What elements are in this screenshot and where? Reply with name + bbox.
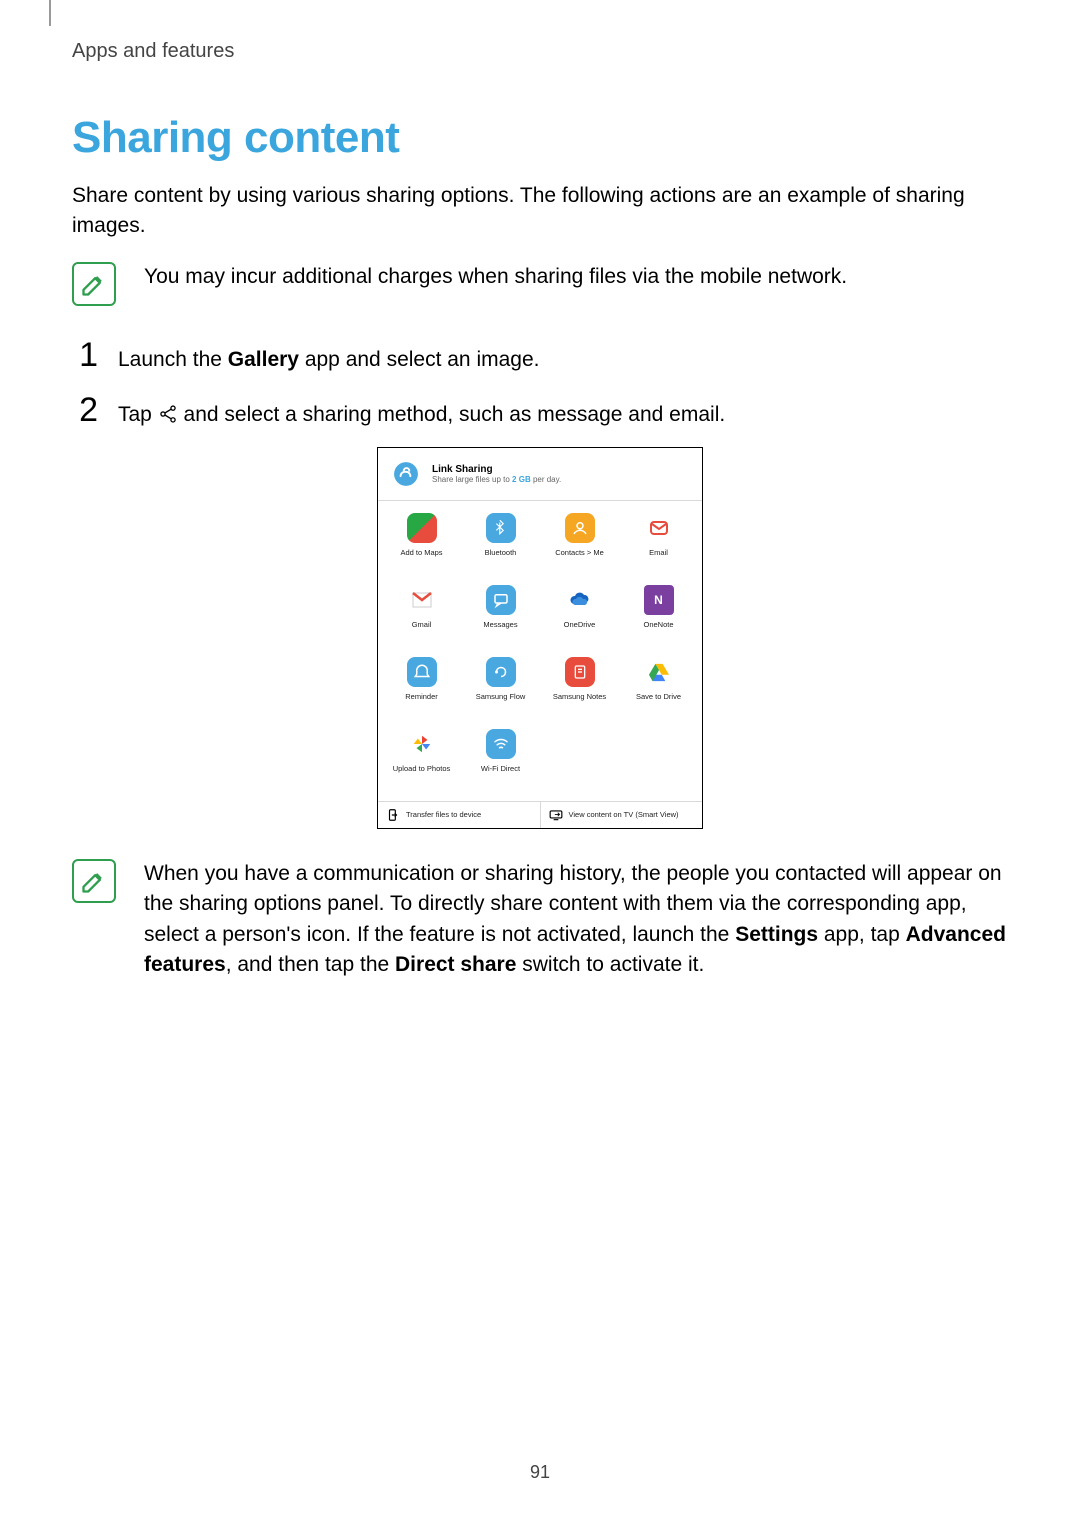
page: Apps and features Sharing content Share … bbox=[0, 0, 1080, 1527]
link-sharing-icon bbox=[390, 458, 422, 490]
share-panel-wrap: Link Sharing Share large files up to 2 G… bbox=[72, 447, 1008, 829]
text-bold: Direct share bbox=[395, 953, 516, 976]
onedrive-icon bbox=[565, 585, 595, 615]
tab-mark bbox=[49, 0, 51, 26]
onenote-icon: N bbox=[644, 585, 674, 615]
step-text: Launch the Gallery app and select an ima… bbox=[118, 345, 539, 375]
app-bluetooth[interactable]: Bluetooth bbox=[461, 509, 540, 581]
text-bold: Gallery bbox=[228, 348, 299, 371]
app-save-to-drive[interactable]: Save to Drive bbox=[619, 653, 698, 725]
text-fragment: Launch the bbox=[118, 348, 228, 371]
maps-icon bbox=[407, 513, 437, 543]
app-upload-to-photos[interactable]: Upload to Photos bbox=[382, 725, 461, 797]
link-sharing-title: Link Sharing bbox=[432, 464, 561, 475]
app-label: OneNote bbox=[643, 621, 673, 629]
email-icon bbox=[644, 513, 674, 543]
bottom-label: Transfer files to device bbox=[406, 810, 481, 819]
text-fragment: , and then tap the bbox=[226, 953, 395, 976]
app-wifi-direct[interactable]: Wi-Fi Direct bbox=[461, 725, 540, 797]
smart-view-icon bbox=[549, 808, 563, 822]
app-label: Samsung Notes bbox=[553, 693, 606, 701]
bluetooth-icon bbox=[486, 513, 516, 543]
app-reminder[interactable]: Reminder bbox=[382, 653, 461, 725]
link-sharing-row[interactable]: Link Sharing Share large files up to 2 G… bbox=[378, 448, 702, 501]
transfer-icon bbox=[386, 808, 400, 822]
note-text: When you have a communication or sharing… bbox=[144, 859, 1008, 981]
app-label: Reminder bbox=[405, 693, 438, 701]
transfer-files-button[interactable]: Transfer files to device bbox=[378, 802, 540, 828]
bottom-row: Transfer files to device View content on… bbox=[378, 801, 702, 828]
text-fragment: switch to activate it. bbox=[516, 953, 704, 976]
text-fragment: per day. bbox=[531, 475, 562, 484]
contact-icon bbox=[565, 513, 595, 543]
share-panel: Link Sharing Share large files up to 2 G… bbox=[377, 447, 703, 829]
app-samsung-notes[interactable]: Samsung Notes bbox=[540, 653, 619, 725]
step-number: 2 bbox=[72, 391, 98, 430]
page-number: 91 bbox=[0, 1462, 1080, 1483]
empty-cell bbox=[619, 725, 698, 797]
reminder-icon bbox=[407, 657, 437, 687]
app-gmail[interactable]: Gmail bbox=[382, 581, 461, 653]
app-samsung-flow[interactable]: Samsung Flow bbox=[461, 653, 540, 725]
app-messages[interactable]: Messages bbox=[461, 581, 540, 653]
samsung-notes-icon bbox=[565, 657, 595, 687]
smart-view-button[interactable]: View content on TV (Smart View) bbox=[540, 802, 703, 828]
note-text: You may incur additional charges when sh… bbox=[144, 262, 1008, 292]
app-label: Save to Drive bbox=[636, 693, 681, 701]
app-email[interactable]: Email bbox=[619, 509, 698, 581]
text-fragment: and select a sharing method, such as mes… bbox=[184, 403, 726, 426]
note-direct-share: When you have a communication or sharing… bbox=[72, 859, 1008, 981]
app-label: Wi-Fi Direct bbox=[481, 765, 520, 773]
apps-grid: Add to Maps Bluetooth Contacts > Me bbox=[378, 501, 702, 801]
app-contacts-me[interactable]: Contacts > Me bbox=[540, 509, 619, 581]
text-bold: Settings bbox=[735, 923, 818, 946]
gmail-icon bbox=[407, 585, 437, 615]
pencil-icon bbox=[80, 270, 108, 298]
intro-paragraph: Share content by using various sharing o… bbox=[72, 181, 1008, 242]
link-sharing-subtitle: Share large files up to 2 GB per day. bbox=[432, 475, 561, 484]
steps-list: 1 Launch the Gallery app and select an i… bbox=[72, 336, 1008, 431]
app-label: Samsung Flow bbox=[476, 693, 526, 701]
photos-icon bbox=[407, 729, 437, 759]
app-label: Gmail bbox=[412, 621, 432, 629]
messages-icon bbox=[486, 585, 516, 615]
text-bold: 2 GB bbox=[512, 475, 531, 484]
link-sharing-text: Link Sharing Share large files up to 2 G… bbox=[432, 464, 561, 484]
share-icon bbox=[158, 403, 184, 426]
page-title: Sharing content bbox=[72, 113, 1008, 163]
note-icon bbox=[72, 262, 116, 306]
step-text: Tap and select a sharing method, such as… bbox=[118, 400, 725, 430]
wifi-direct-icon bbox=[486, 729, 516, 759]
app-label: Bluetooth bbox=[485, 549, 517, 557]
app-label: Add to Maps bbox=[400, 549, 442, 557]
step-2: 2 Tap and select a sharing method, such … bbox=[72, 391, 1008, 430]
section-label: Apps and features bbox=[72, 40, 1008, 63]
note-icon bbox=[72, 859, 116, 903]
bottom-label: View content on TV (Smart View) bbox=[569, 810, 679, 819]
step-number: 1 bbox=[72, 336, 98, 375]
pencil-icon bbox=[80, 867, 108, 895]
step-1: 1 Launch the Gallery app and select an i… bbox=[72, 336, 1008, 375]
text-fragment: app, tap bbox=[818, 923, 906, 946]
app-label: Email bbox=[649, 549, 668, 557]
note-charges: You may incur additional charges when sh… bbox=[72, 262, 1008, 306]
app-label: OneDrive bbox=[564, 621, 596, 629]
app-add-to-maps[interactable]: Add to Maps bbox=[382, 509, 461, 581]
app-onedrive[interactable]: OneDrive bbox=[540, 581, 619, 653]
text-fragment: app and select an image. bbox=[299, 348, 540, 371]
drive-icon bbox=[644, 657, 674, 687]
app-onenote[interactable]: N OneNote bbox=[619, 581, 698, 653]
app-label: Upload to Photos bbox=[393, 765, 451, 773]
text-fragment: Tap bbox=[118, 403, 158, 426]
text-fragment: Share large files up to bbox=[432, 475, 512, 484]
app-label: Messages bbox=[483, 621, 517, 629]
app-label: Contacts > Me bbox=[555, 549, 604, 557]
samsung-flow-icon bbox=[486, 657, 516, 687]
empty-cell bbox=[540, 725, 619, 797]
